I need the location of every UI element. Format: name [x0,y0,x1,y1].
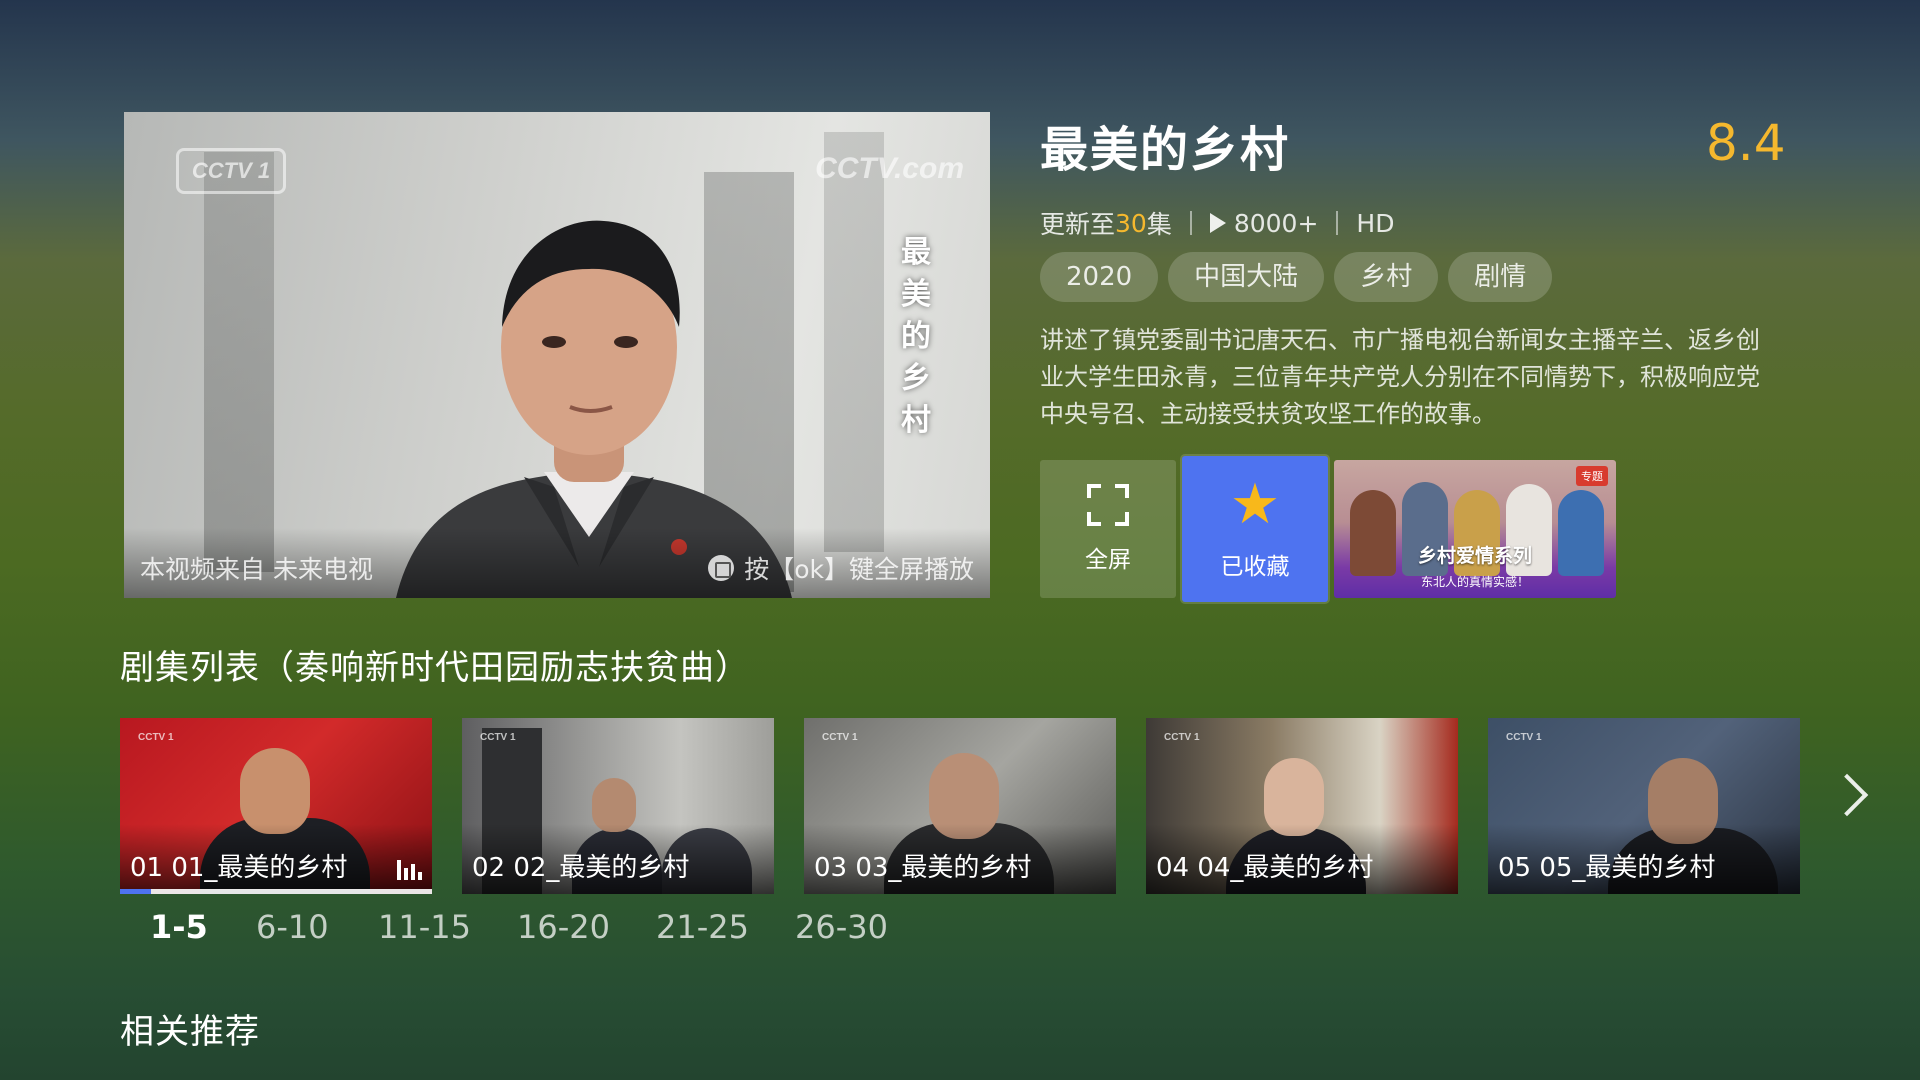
meta-divider [1189,211,1192,235]
episode-label: 04 04_最美的乡村 [1156,853,1374,883]
episode-label: 01 01_最美的乡村 [130,853,348,883]
favorite-label: 已收藏 [1220,554,1290,580]
meta-divider [1336,211,1339,235]
promo-title: 乡村爱情系列 [1417,545,1532,567]
tag-list: 2020 中国大陆 乡村 剧情 [1040,252,1553,302]
favorite-button[interactable]: ★ 已收藏 [1182,456,1328,602]
vertical-title-char: 村 [901,403,931,438]
episode-section-title: 剧集列表（奏响新时代田园励志扶贫曲） [120,648,750,688]
fullscreen-label: 全屏 [1085,547,1131,573]
update-prefix: 更新至 [1040,210,1116,239]
episode-range-tabs: 1-5 6-10 11-15 16-20 21-25 26-30 [150,908,895,946]
fullscreen-icon [1087,484,1129,526]
star-icon: ★ [1229,472,1281,537]
promo-banner[interactable]: 专题 乡村爱情系列 东北人的真情实感！ [1334,460,1616,598]
range-tab-11-15[interactable]: 11-15 [378,908,517,946]
range-tab-21-25[interactable]: 21-25 [656,908,795,946]
promo-subtitle: 东北人的真情实感！ [1420,575,1529,589]
tag-year[interactable]: 2020 [1040,252,1159,302]
channel-logo: CCTV 1 [176,148,286,194]
vertical-title-char: 美 [901,277,931,312]
range-tab-6-10[interactable]: 6-10 [256,908,378,946]
update-count: 30 [1115,208,1147,238]
chevron-right-icon[interactable] [1825,773,1869,817]
show-title: 最美的乡村 [1040,122,1291,178]
vertical-title-char: 最 [901,235,931,270]
show-meta: 更新至 30 集 8000+ HD [1040,205,1394,241]
episode-card[interactable]: CCTV 1 04 04_最美的乡村 [1146,718,1458,894]
fullscreen-hint-icon [708,555,735,581]
episode-card[interactable]: CCTV 1 03 03_最美的乡村 [804,718,1116,894]
range-tab-16-20[interactable]: 16-20 [517,908,656,946]
fullscreen-hint-text: 按【ok】键全屏播放 [744,555,974,584]
play-count-icon [1209,213,1226,233]
promo-badge: 专题 [1576,466,1608,486]
thumb-channel-logo: CCTV 1 [822,732,858,743]
range-tab-1-5[interactable]: 1-5 [150,908,256,946]
range-tab-26-30[interactable]: 26-30 [795,908,895,946]
play-count: 8000+ [1233,208,1319,238]
background-window [204,152,274,572]
now-playing-icon [397,860,422,880]
thumb-channel-logo: CCTV 1 [1164,732,1200,743]
vertical-show-title: 最 美 的 乡 村 [896,232,936,442]
episode-label: 02 02_最美的乡村 [472,853,690,883]
tag-region[interactable]: 中国大陆 [1168,252,1325,302]
thumb-channel-logo: CCTV 1 [480,732,516,743]
episode-card[interactable]: CCTV 1 05 05_最美的乡村 [1488,718,1800,894]
episode-card[interactable]: CCTV 1 02 02_最美的乡村 [462,718,774,894]
update-suffix: 集 [1146,210,1172,239]
thumb-channel-logo: CCTV 1 [1506,732,1542,743]
thumb-channel-logo: CCTV 1 [138,732,174,743]
fullscreen-hint: 按【ok】键全屏播放 [708,550,974,586]
episode-list: CCTV 1 01 01_最美的乡村 CCTV 1 02 02_最美的乡村 CC… [120,718,1800,894]
related-section-title: 相关推荐 [120,1012,260,1052]
fullscreen-button[interactable]: 全屏 [1040,460,1176,598]
episode-label: 05 05_最美的乡村 [1498,853,1716,883]
background-window [824,132,884,552]
tag-theme[interactable]: 乡村 [1334,252,1439,302]
video-source-text: 本视频来自 未来电视 [140,555,373,584]
vertical-title-char: 乡 [901,361,931,396]
vertical-title-char: 的 [901,319,931,354]
quality-label: HD [1356,208,1395,238]
video-player[interactable]: CCTV 1 CCTV.com 最 美 的 乡 村 本视频来自 未来电视 按【o… [124,112,990,598]
action-row: 全屏 ★ 已收藏 专题 乡村爱情系列 东北人的真情实感！ [1040,456,1616,602]
tag-genre[interactable]: 剧情 [1448,252,1553,302]
watermark-logo: CCTV.com [815,152,964,185]
episode-card[interactable]: CCTV 1 01 01_最美的乡村 [120,718,432,894]
show-score: 8.4 [1706,114,1786,172]
episode-label: 03 03_最美的乡村 [814,853,1032,883]
show-description: 讲述了镇党委副书记唐天石、市广播电视台新闻女主播辛兰、返乡创业大学生田永青，三位… [1040,326,1760,428]
episode-progress-bar [120,889,432,894]
